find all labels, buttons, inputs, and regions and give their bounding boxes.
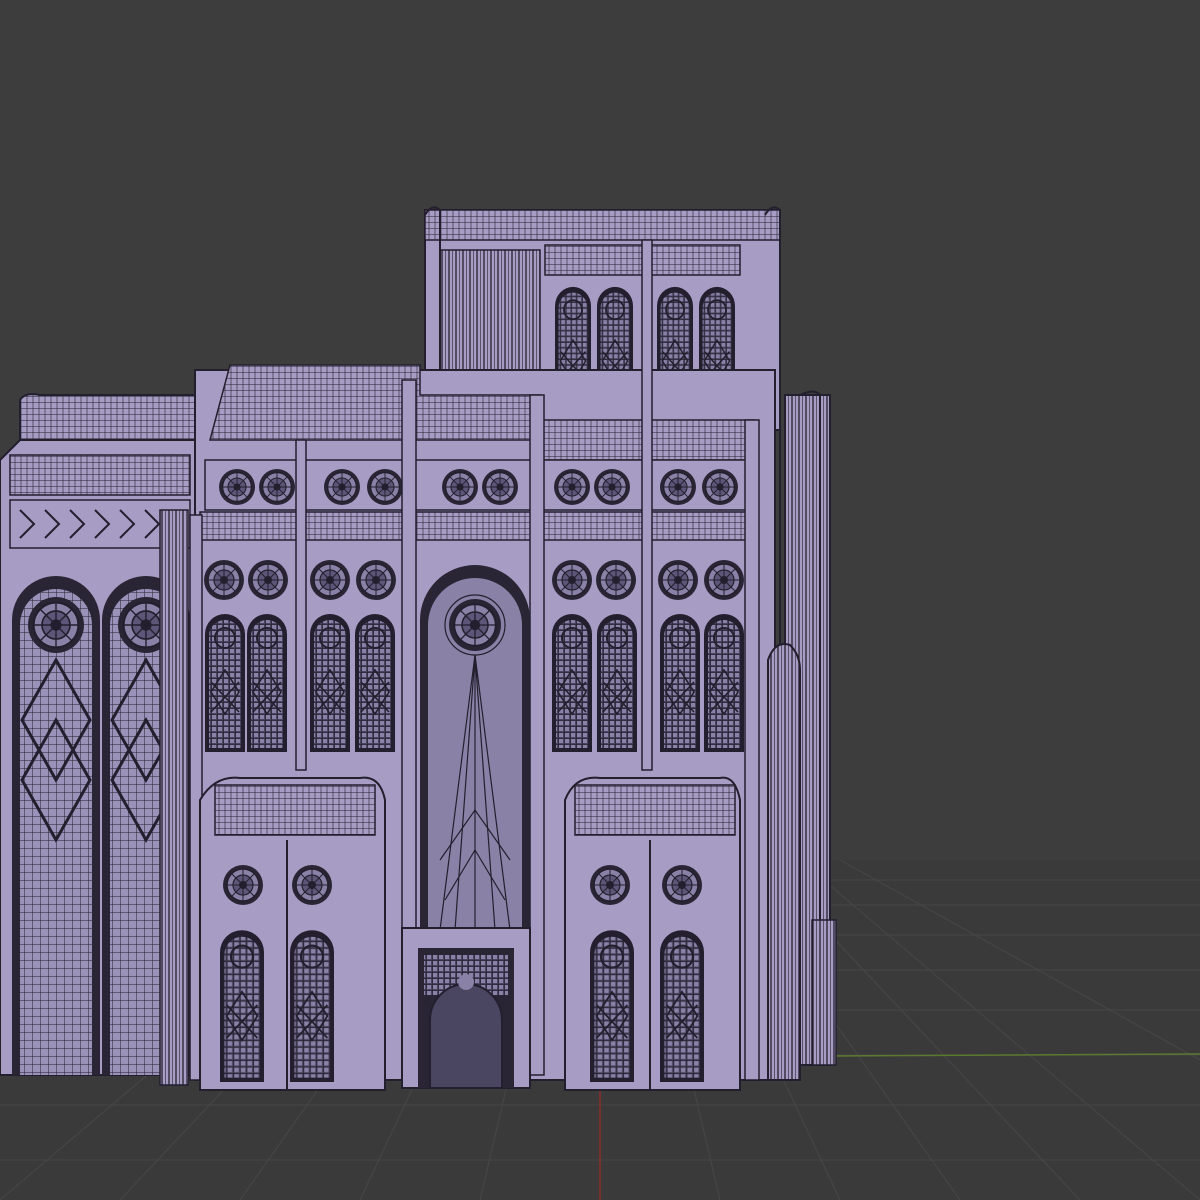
cathedral-model[interactable] (0, 206, 837, 1091)
viewport-canvas[interactable] (0, 0, 1200, 1200)
3d-viewport[interactable] (0, 0, 1200, 1200)
